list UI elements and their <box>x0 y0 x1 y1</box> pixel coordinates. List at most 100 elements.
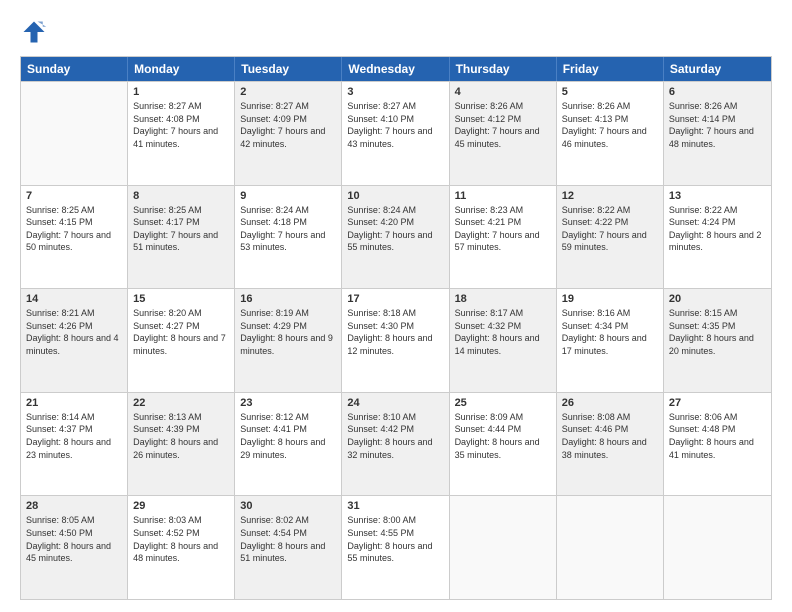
day-number: 19 <box>562 293 658 305</box>
day-number: 16 <box>240 293 336 305</box>
cal-cell: 26 Sunrise: 8:08 AMSunset: 4:46 PMDayligh… <box>557 393 664 496</box>
cal-cell <box>450 496 557 599</box>
header-cell-friday: Friday <box>557 57 664 81</box>
cal-cell <box>664 496 771 599</box>
day-number: 23 <box>240 397 336 409</box>
week-row-4: 21 Sunrise: 8:14 AMSunset: 4:37 PMDayligh… <box>21 392 771 496</box>
cal-cell: 25 Sunrise: 8:09 AMSunset: 4:44 PMDayligh… <box>450 393 557 496</box>
cal-cell: 7Sunrise: 8:25 AMSunset: 4:15 PMDaylight… <box>21 186 128 289</box>
cal-cell: 9 Sunrise: 8:24 AMSunset: 4:18 PMDaylight… <box>235 186 342 289</box>
cell-text: Sunrise: 8:24 AMSunset: 4:18 PMDaylight:… <box>240 204 336 254</box>
cell-text: Sunrise: 8:27 AMSunset: 4:09 PMDaylight:… <box>240 100 336 150</box>
logo-icon <box>20 18 48 46</box>
day-number: 26 <box>562 397 658 409</box>
cal-cell: 13 Sunrise: 8:22 AMSunset: 4:24 PMDayligh… <box>664 186 771 289</box>
day-number: 20 <box>669 293 766 305</box>
cell-text: Sunrise: 8:26 AMSunset: 4:12 PMDaylight:… <box>455 100 551 150</box>
day-number: 22 <box>133 397 229 409</box>
cell-text: Sunrise: 8:08 AMSunset: 4:46 PMDaylight:… <box>562 411 658 461</box>
day-number: 28 <box>26 500 122 512</box>
cal-cell: 11 Sunrise: 8:23 AMSunset: 4:21 PMDayligh… <box>450 186 557 289</box>
day-number: 27 <box>669 397 766 409</box>
cell-text: Sunrise: 8:26 AMSunset: 4:13 PMDaylight:… <box>562 100 658 150</box>
cal-cell: 16 Sunrise: 8:19 AMSunset: 4:29 PMDayligh… <box>235 289 342 392</box>
week-row-3: 14 Sunrise: 8:21 AMSunset: 4:26 PMDayligh… <box>21 288 771 392</box>
day-number: 24 <box>347 397 443 409</box>
cal-cell: 4Sunrise: 8:26 AMSunset: 4:12 PMDaylight… <box>450 82 557 185</box>
cell-text: Sunrise: 8:09 AMSunset: 4:44 PMDaylight:… <box>455 411 551 461</box>
header <box>20 18 772 46</box>
cal-cell: 1 Sunrise: 8:27 AMSunset: 4:08 PMDaylight… <box>128 82 235 185</box>
cell-text: Sunrise: 8:24 AMSunset: 4:20 PMDaylight:… <box>347 204 443 254</box>
cell-text: Sunrise: 8:22 AMSunset: 4:24 PMDaylight:… <box>669 204 766 254</box>
cal-cell: 17Sunrise: 8:18 AMSunset: 4:30 PMDayligh… <box>342 289 449 392</box>
cal-cell: 31 Sunrise: 8:00 AMSunset: 4:55 PMDayligh… <box>342 496 449 599</box>
header-cell-tuesday: Tuesday <box>235 57 342 81</box>
day-number: 12 <box>562 190 658 202</box>
cal-cell: 3 Sunrise: 8:27 AMSunset: 4:10 PMDaylight… <box>342 82 449 185</box>
cell-text: Sunrise: 8:16 AMSunset: 4:34 PMDaylight:… <box>562 307 658 357</box>
cal-cell: 8 Sunrise: 8:25 AMSunset: 4:17 PMDaylight… <box>128 186 235 289</box>
week-row-2: 7Sunrise: 8:25 AMSunset: 4:15 PMDaylight… <box>21 185 771 289</box>
cal-cell: 5 Sunrise: 8:26 AMSunset: 4:13 PMDaylight… <box>557 82 664 185</box>
day-number: 7 <box>26 190 122 202</box>
logo <box>20 18 52 46</box>
cal-cell: 30 Sunrise: 8:02 AMSunset: 4:54 PMDayligh… <box>235 496 342 599</box>
cell-text: Sunrise: 8:05 AMSunset: 4:50 PMDaylight:… <box>26 514 122 564</box>
cell-text: Sunrise: 8:25 AMSunset: 4:17 PMDaylight:… <box>133 204 229 254</box>
day-number: 11 <box>455 190 551 202</box>
cell-text: Sunrise: 8:20 AMSunset: 4:27 PMDaylight:… <box>133 307 229 357</box>
cell-text: Sunrise: 8:21 AMSunset: 4:26 PMDaylight:… <box>26 307 122 357</box>
header-cell-sunday: Sunday <box>21 57 128 81</box>
cal-cell: 10 Sunrise: 8:24 AMSunset: 4:20 PMDayligh… <box>342 186 449 289</box>
day-number: 6 <box>669 86 766 98</box>
week-row-5: 28 Sunrise: 8:05 AMSunset: 4:50 PMDayligh… <box>21 495 771 599</box>
day-number: 21 <box>26 397 122 409</box>
day-number: 10 <box>347 190 443 202</box>
day-number: 25 <box>455 397 551 409</box>
day-number: 5 <box>562 86 658 98</box>
cal-cell: 28 Sunrise: 8:05 AMSunset: 4:50 PMDayligh… <box>21 496 128 599</box>
cal-cell: 23 Sunrise: 8:12 AMSunset: 4:41 PMDayligh… <box>235 393 342 496</box>
cell-text: Sunrise: 8:02 AMSunset: 4:54 PMDaylight:… <box>240 514 336 564</box>
cell-text: Sunrise: 8:22 AMSunset: 4:22 PMDaylight:… <box>562 204 658 254</box>
day-number: 8 <box>133 190 229 202</box>
page: SundayMondayTuesdayWednesdayThursdayFrid… <box>0 0 792 612</box>
day-number: 3 <box>347 86 443 98</box>
week-row-1: 1 Sunrise: 8:27 AMSunset: 4:08 PMDaylight… <box>21 81 771 185</box>
day-number: 14 <box>26 293 122 305</box>
cal-cell: 6 Sunrise: 8:26 AMSunset: 4:14 PMDaylight… <box>664 82 771 185</box>
cell-text: Sunrise: 8:27 AMSunset: 4:08 PMDaylight:… <box>133 100 229 150</box>
cell-text: Sunrise: 8:27 AMSunset: 4:10 PMDaylight:… <box>347 100 443 150</box>
cal-cell: 19 Sunrise: 8:16 AMSunset: 4:34 PMDayligh… <box>557 289 664 392</box>
cell-text: Sunrise: 8:12 AMSunset: 4:41 PMDaylight:… <box>240 411 336 461</box>
day-number: 29 <box>133 500 229 512</box>
cal-cell: 18Sunrise: 8:17 AMSunset: 4:32 PMDayligh… <box>450 289 557 392</box>
day-number: 2 <box>240 86 336 98</box>
cal-cell: 15 Sunrise: 8:20 AMSunset: 4:27 PMDayligh… <box>128 289 235 392</box>
calendar-body: 1 Sunrise: 8:27 AMSunset: 4:08 PMDaylight… <box>21 81 771 599</box>
cal-cell: 24Sunrise: 8:10 AMSunset: 4:42 PMDayligh… <box>342 393 449 496</box>
header-cell-wednesday: Wednesday <box>342 57 449 81</box>
cell-text: Sunrise: 8:03 AMSunset: 4:52 PMDaylight:… <box>133 514 229 564</box>
day-number: 1 <box>133 86 229 98</box>
cal-cell <box>21 82 128 185</box>
day-number: 13 <box>669 190 766 202</box>
cell-text: Sunrise: 8:19 AMSunset: 4:29 PMDaylight:… <box>240 307 336 357</box>
cell-text: Sunrise: 8:14 AMSunset: 4:37 PMDaylight:… <box>26 411 122 461</box>
cell-text: Sunrise: 8:17 AMSunset: 4:32 PMDaylight:… <box>455 307 551 357</box>
day-number: 30 <box>240 500 336 512</box>
header-cell-saturday: Saturday <box>664 57 771 81</box>
header-cell-thursday: Thursday <box>450 57 557 81</box>
cal-cell: 20Sunrise: 8:15 AMSunset: 4:35 PMDayligh… <box>664 289 771 392</box>
cell-text: Sunrise: 8:00 AMSunset: 4:55 PMDaylight:… <box>347 514 443 564</box>
day-number: 15 <box>133 293 229 305</box>
calendar: SundayMondayTuesdayWednesdayThursdayFrid… <box>20 56 772 600</box>
cal-cell: 27Sunrise: 8:06 AMSunset: 4:48 PMDayligh… <box>664 393 771 496</box>
cal-cell: 14 Sunrise: 8:21 AMSunset: 4:26 PMDayligh… <box>21 289 128 392</box>
calendar-header-row: SundayMondayTuesdayWednesdayThursdayFrid… <box>21 57 771 81</box>
cell-text: Sunrise: 8:26 AMSunset: 4:14 PMDaylight:… <box>669 100 766 150</box>
day-number: 9 <box>240 190 336 202</box>
day-number: 31 <box>347 500 443 512</box>
cell-text: Sunrise: 8:23 AMSunset: 4:21 PMDaylight:… <box>455 204 551 254</box>
